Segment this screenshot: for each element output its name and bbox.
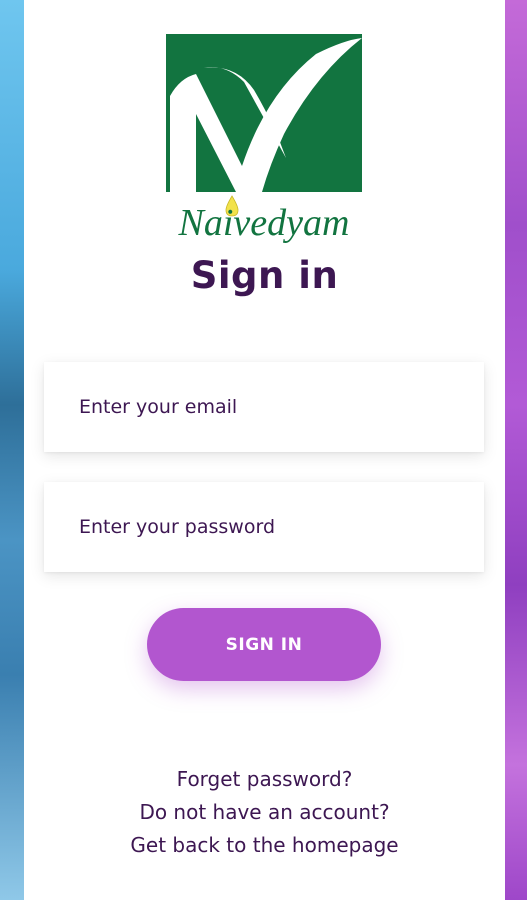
password-input[interactable]: [44, 482, 484, 572]
auth-links: Forget password? Do not have an account?…: [24, 763, 505, 862]
signup-link[interactable]: Do not have an account?: [24, 796, 505, 829]
sign-in-button[interactable]: SIGN IN: [147, 608, 381, 681]
background-left-image: [0, 0, 24, 900]
signin-card: Naivedyam Sign in SIGN IN Forget passwor…: [24, 0, 505, 900]
email-field-container: [44, 362, 484, 452]
page-title: Sign in: [190, 254, 339, 297]
homepage-link[interactable]: Get back to the homepage: [24, 829, 505, 862]
password-field-container: [44, 482, 484, 572]
logo-wordmark: Naivedyam: [178, 202, 350, 244]
forgot-password-link[interactable]: Forget password?: [24, 763, 505, 796]
naivedyam-logo: Naivedyam: [166, 34, 364, 244]
email-input[interactable]: [44, 362, 484, 452]
background-right-image: [505, 0, 527, 900]
